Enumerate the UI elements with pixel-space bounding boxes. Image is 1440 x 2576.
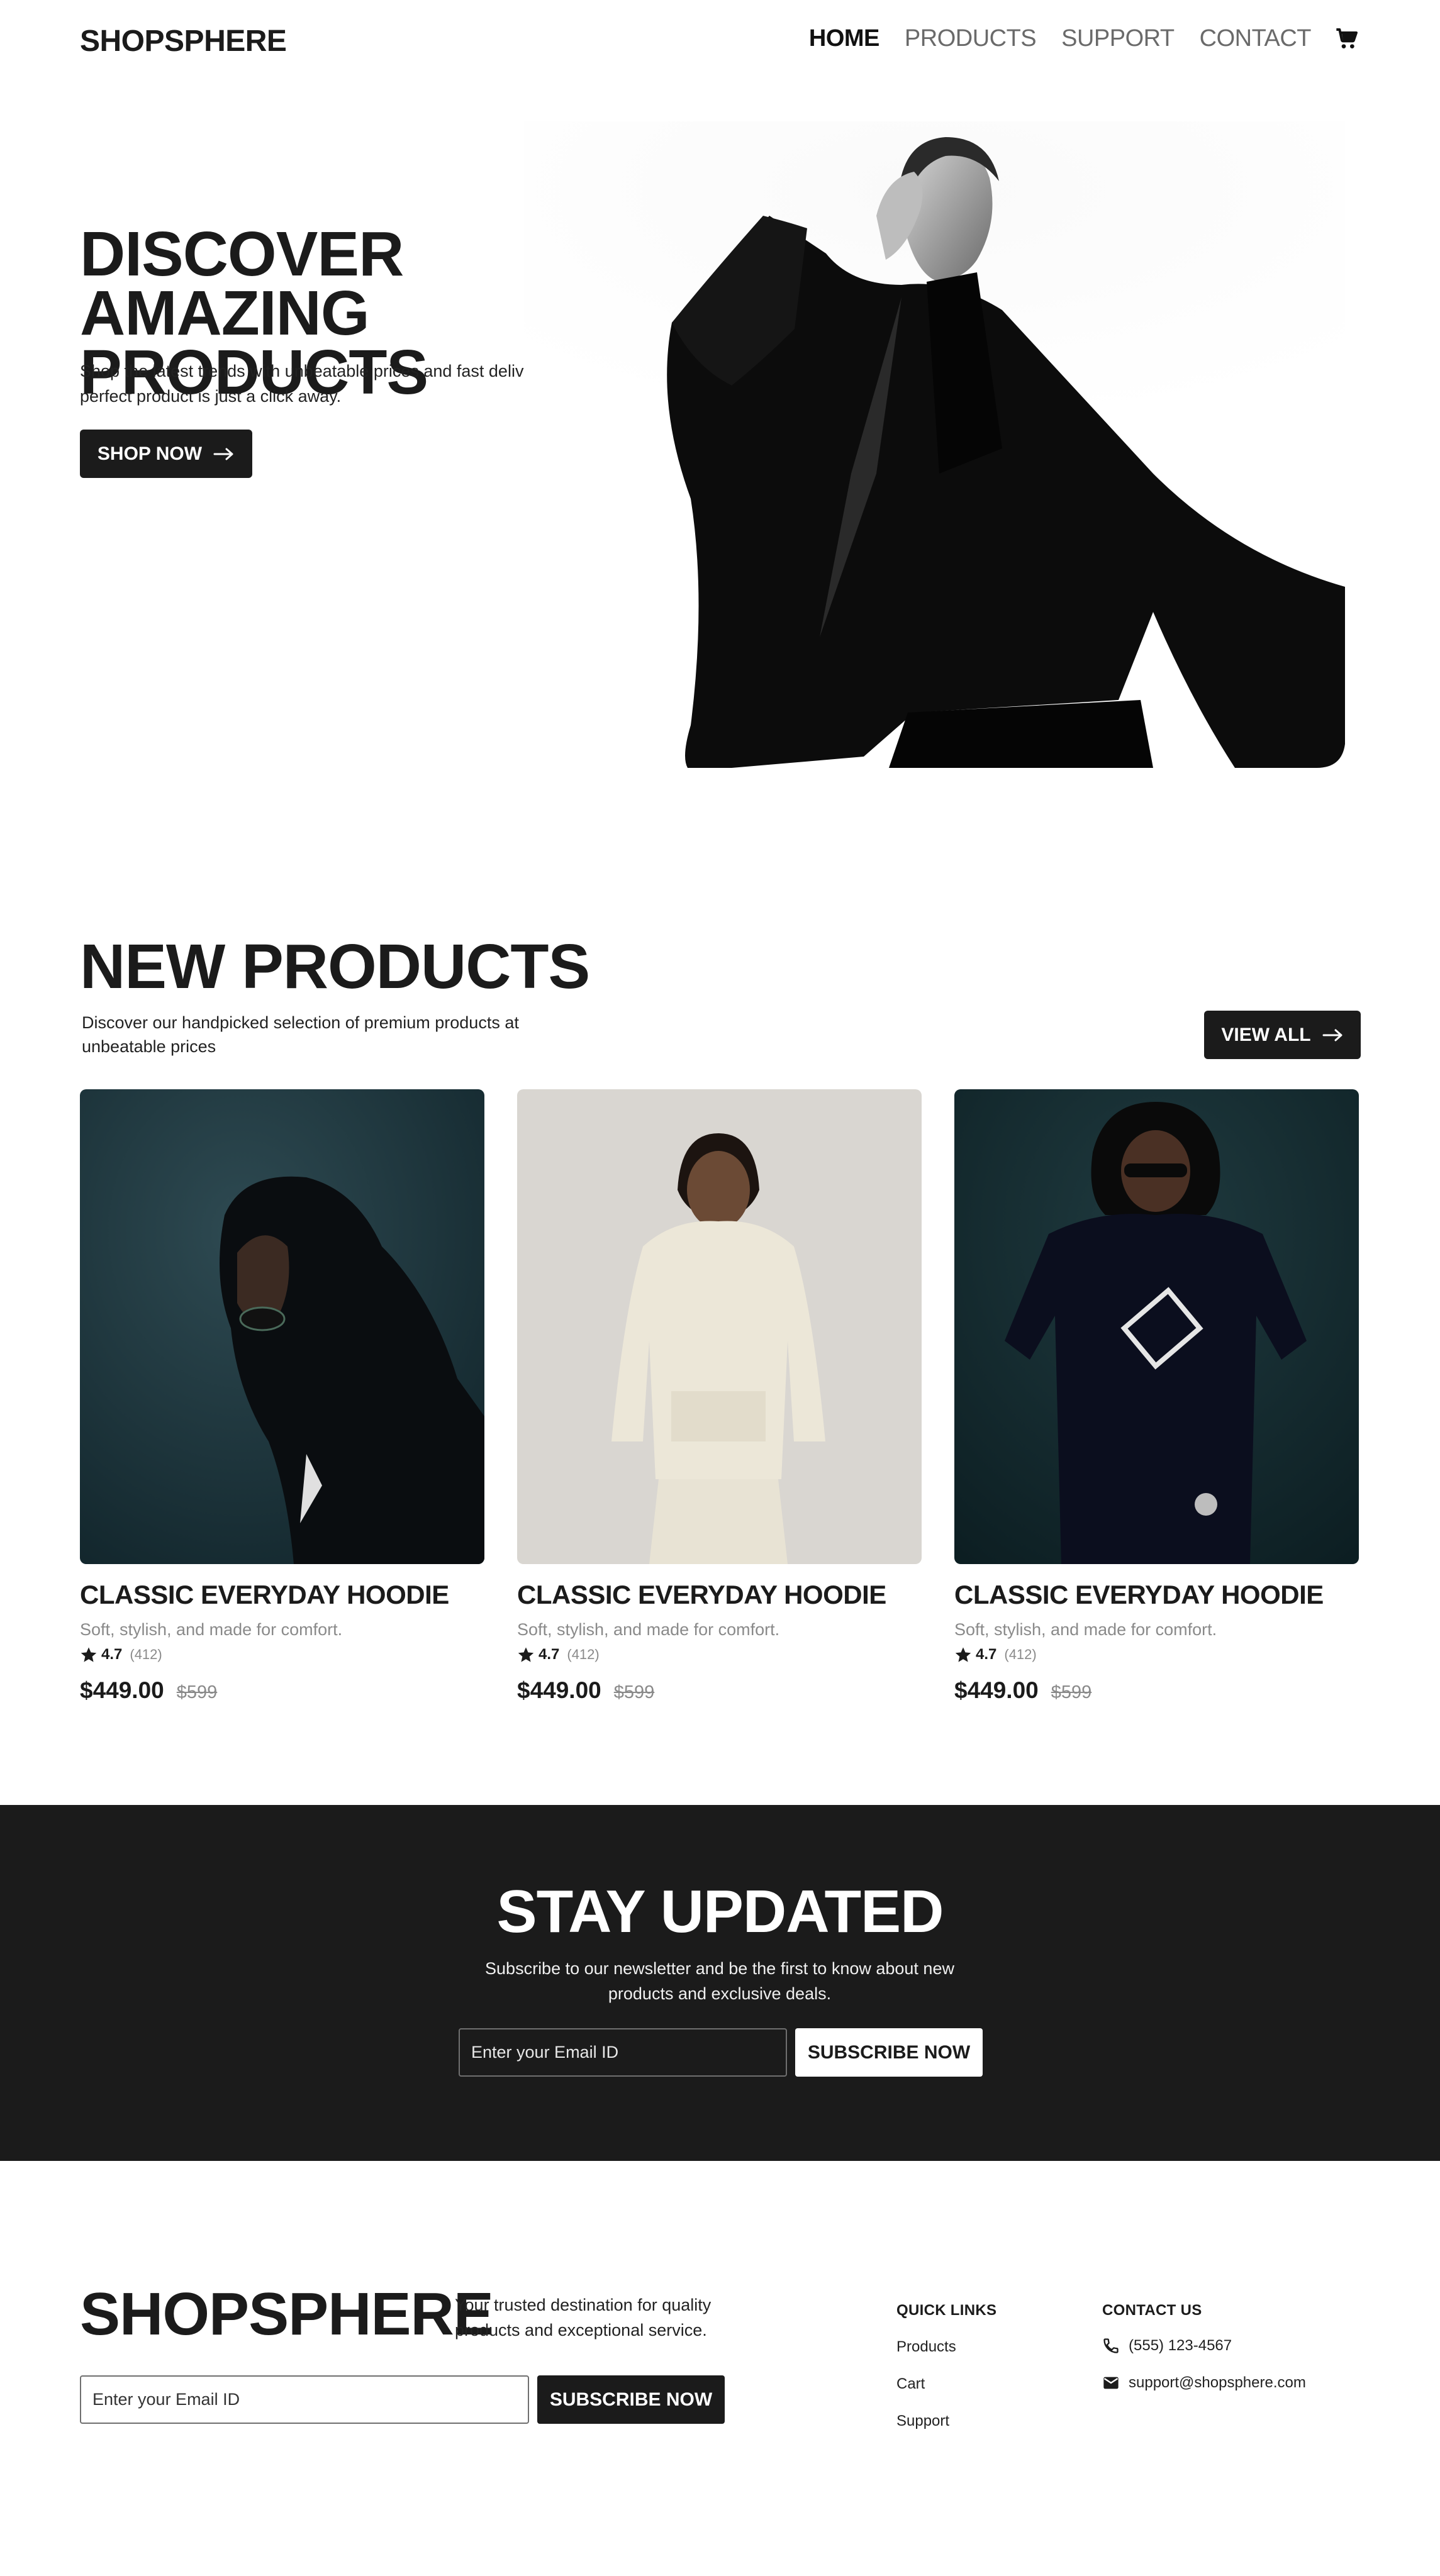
- contact-phone[interactable]: (555) 123-4567: [1102, 2337, 1232, 2355]
- newsletter-title: STAY UPDATED: [496, 1878, 944, 1945]
- star-icon: [81, 1647, 97, 1662]
- nav-home[interactable]: HOME: [809, 25, 880, 52]
- rating-value: 4.7: [101, 1646, 123, 1663]
- review-count: (412): [130, 1646, 162, 1662]
- product-image[interactable]: [954, 1089, 1359, 1564]
- rating-value: 4.7: [976, 1646, 997, 1663]
- new-products-subtitle: Discover our handpicked selection of pre…: [82, 1013, 519, 1056]
- view-all-label: VIEW ALL: [1221, 1024, 1311, 1045]
- shop-now-button[interactable]: SHOP NOW: [80, 430, 252, 478]
- price-row: $449.00 $599: [954, 1677, 1359, 1704]
- product-old-price: $599: [613, 1682, 655, 1702]
- newsletter-section: STAY UPDATED Subscribe to our newsletter…: [0, 1805, 1440, 2161]
- product-title[interactable]: CLASSIC EVERYDAY HOODIE: [517, 1580, 922, 1610]
- rating-value: 4.7: [539, 1646, 560, 1663]
- newsletter-email-input[interactable]: [459, 2028, 787, 2077]
- price-row: $449.00 $599: [80, 1677, 484, 1704]
- product-description: Soft, stylish, and made for comfort.: [80, 1620, 343, 1639]
- product-rating: 4.7 (412): [954, 1646, 1359, 1663]
- view-all-button[interactable]: VIEW ALL: [1204, 1011, 1361, 1059]
- new-products-title: NEW PRODUCTS: [80, 931, 590, 1002]
- product-description: Soft, stylish, and made for comfort.: [954, 1620, 1217, 1639]
- product-image[interactable]: [517, 1089, 922, 1564]
- cart-icon[interactable]: [1334, 26, 1359, 52]
- product-title[interactable]: CLASSIC EVERYDAY HOODIE: [954, 1580, 1359, 1610]
- product-price: $449.00: [517, 1677, 601, 1703]
- footer-link-products[interactable]: Products: [896, 2338, 956, 2356]
- price-row: $449.00 $599: [517, 1677, 922, 1704]
- review-count: (412): [1004, 1646, 1037, 1662]
- contact-email[interactable]: support@shopsphere.com: [1102, 2374, 1306, 2392]
- shop-now-label: SHOP NOW: [97, 443, 203, 464]
- contact-us-title: CONTACT US: [1102, 2302, 1202, 2319]
- nav-links: HOME PRODUCTS SUPPORT CONTACT: [809, 25, 1312, 52]
- brand-logo[interactable]: SHOPSPHERE: [80, 24, 287, 58]
- phone-icon: [1103, 2338, 1119, 2353]
- star-icon: [955, 1647, 971, 1662]
- product-old-price: $599: [1051, 1682, 1092, 1702]
- top-navigation: SHOPSPHERE HOME PRODUCTS SUPPORT CONTACT: [0, 0, 1440, 82]
- footer-link-cart[interactable]: Cart: [896, 2375, 925, 2393]
- product-price: $449.00: [954, 1677, 1039, 1703]
- nav-support[interactable]: SUPPORT: [1061, 25, 1175, 52]
- nav-products[interactable]: PRODUCTS: [905, 25, 1037, 52]
- review-count: (412): [567, 1646, 600, 1662]
- product-title[interactable]: CLASSIC EVERYDAY HOODIE: [80, 1580, 484, 1610]
- product-card[interactable]: CLASSIC EVERYDAY HOODIE Soft, stylish, a…: [954, 1089, 1359, 1704]
- star-icon: [518, 1647, 534, 1662]
- hero-model-image: [524, 121, 1345, 768]
- newsletter-subscribe-button[interactable]: SUBSCRIBE NOW: [795, 2028, 983, 2077]
- arrow-right-icon: [1322, 1029, 1342, 1041]
- contact-email-text: support@shopsphere.com: [1129, 2374, 1306, 2391]
- newsletter-subtitle: Subscribe to our newsletter and be the f…: [485, 1959, 954, 2003]
- product-card[interactable]: CLASSIC EVERYDAY HOODIE Soft, stylish, a…: [517, 1089, 922, 1704]
- footer-tagline: Your trusted destination for quality pro…: [455, 2296, 712, 2340]
- nav-contact[interactable]: CONTACT: [1200, 25, 1312, 52]
- footer-subscribe-button[interactable]: SUBSCRIBE NOW: [537, 2375, 725, 2424]
- footer-brand: SHOPSPHERE: [80, 2280, 494, 2348]
- product-image[interactable]: [80, 1089, 484, 1564]
- contact-phone-text: (555) 123-4567: [1129, 2337, 1232, 2354]
- product-rating: 4.7 (412): [80, 1646, 484, 1663]
- product-card[interactable]: CLASSIC EVERYDAY HOODIE Soft, stylish, a…: [80, 1089, 484, 1704]
- footer-email-input[interactable]: [80, 2375, 529, 2424]
- email-icon: [1103, 2377, 1119, 2389]
- product-price: $449.00: [80, 1677, 164, 1703]
- product-description: Soft, stylish, and made for comfort.: [517, 1620, 780, 1639]
- footer-link-support[interactable]: Support: [896, 2412, 949, 2430]
- product-old-price: $599: [176, 1682, 218, 1702]
- arrow-right-icon: [213, 448, 233, 460]
- quick-links-title: QUICK LINKS: [896, 2302, 997, 2319]
- product-rating: 4.7 (412): [517, 1646, 922, 1663]
